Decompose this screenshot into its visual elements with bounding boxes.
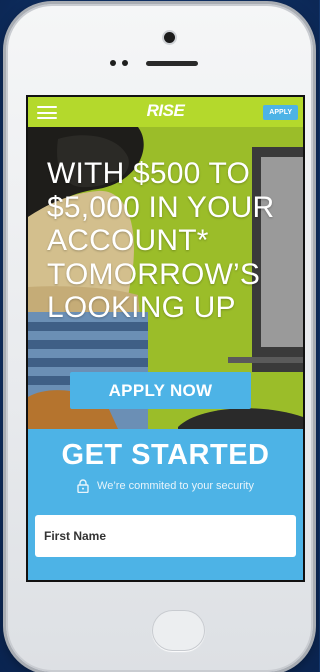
home-button[interactable] [152, 610, 205, 651]
headline-line: TOMORROW’S [47, 257, 261, 291]
security-note-text: We’re commited to your security [97, 480, 254, 492]
apply-now-button[interactable]: APPLY NOW [70, 372, 251, 409]
hero-headline: WITH $500 TO $5,000 IN YOUR ACCOUNT* TOM… [47, 157, 299, 325]
header-apply-button[interactable]: APPLY [263, 105, 298, 120]
headline-line: ACCOUNT* [47, 224, 209, 257]
speaker-icon [146, 61, 198, 66]
get-started-title: GET STARTED [61, 439, 270, 471]
hero-banner: WITH $500 TO $5,000 IN YOUR ACCOUNT* TOM… [28, 127, 303, 429]
brand-logo: RISE [146, 101, 185, 120]
headline-line: WITH $500 TO [47, 157, 251, 190]
headline-line: $5,000 IN YOUR [47, 190, 275, 224]
lock-icon [77, 479, 89, 493]
app-screen: RISE APPLY WITH $500 TO $5,000 IN YOUR A… [28, 97, 303, 580]
sensor-dots [110, 60, 128, 66]
get-started-section: GET STARTED We’re commited to your secur… [28, 429, 303, 580]
security-note: We’re commited to your security [28, 479, 303, 493]
first-name-field[interactable] [35, 515, 296, 557]
camera-icon [164, 32, 175, 43]
top-navbar: RISE APPLY [28, 97, 303, 127]
headline-line: LOOKING UP [47, 291, 236, 324]
